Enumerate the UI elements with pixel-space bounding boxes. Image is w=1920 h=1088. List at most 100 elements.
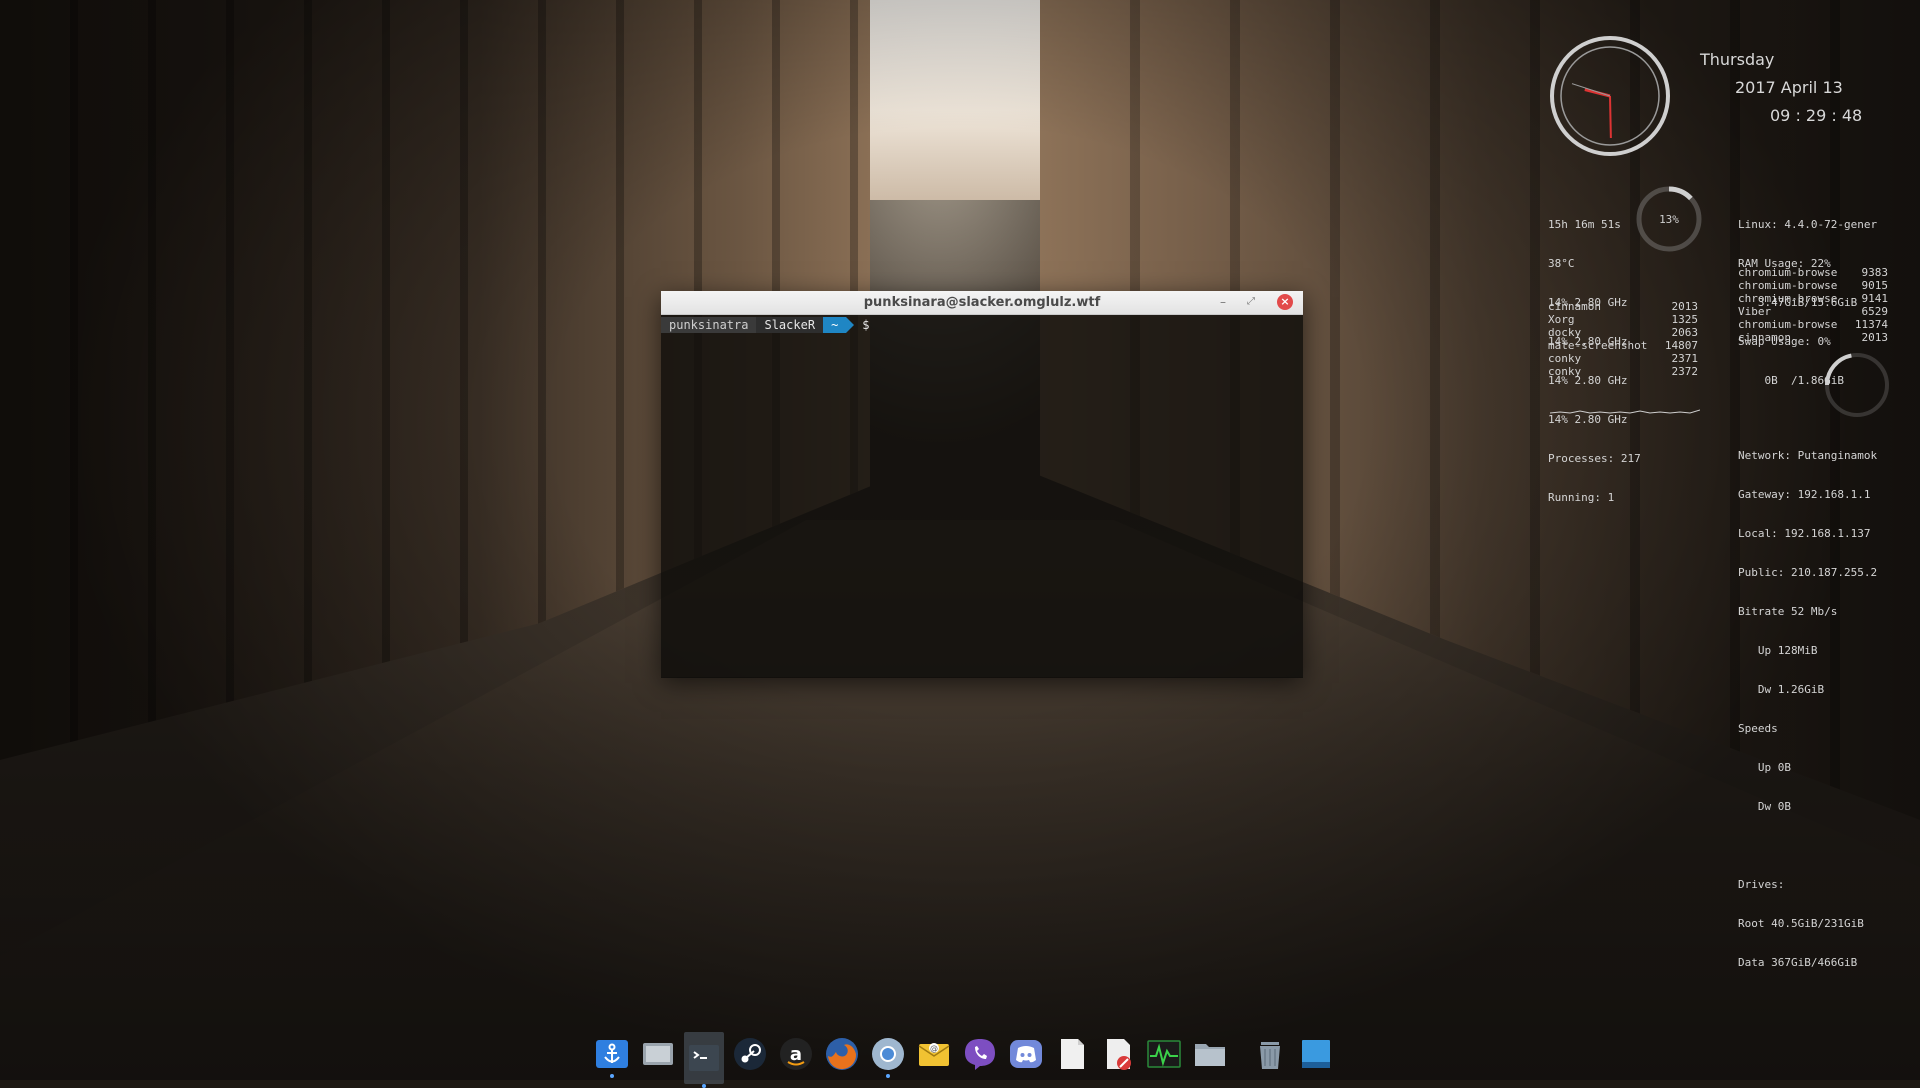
top-mem-process-pid: 9141 (1861, 292, 1889, 305)
disk-tool-icon (1100, 1036, 1136, 1072)
prompt-symbol: $ (862, 318, 870, 332)
prompt-host-segment: SlackeR (756, 317, 824, 333)
process-count: Processes: 217 (1548, 452, 1641, 465)
show-desktop-icon (1298, 1036, 1334, 1072)
running-count: Running: 1 (1548, 491, 1615, 504)
top-cpu-process-row: conky 2371 (1548, 352, 1698, 365)
terminal-title: punksinara@slacker.omglulz.wtf (863, 295, 1101, 310)
drives-heading: Drives: (1738, 878, 1785, 891)
trash-icon (1252, 1036, 1288, 1072)
running-indicator (610, 1074, 614, 1078)
conky-top-mem-list: chromium-browse 9383 chromium-browse 9015 ch… (1738, 266, 1888, 344)
top-mem-process-row: cinnamon 2013 (1738, 331, 1888, 344)
cpu-history-graph (1550, 409, 1700, 414)
dock-item-firefox[interactable] (822, 1034, 862, 1074)
top-cpu-process-row: docky 2063 (1548, 326, 1698, 339)
ram-usage-gauge (1825, 353, 1889, 417)
terminal-titlebar[interactable]: punksinara@slacker.omglulz.wtf – ⤢ × (661, 291, 1303, 315)
dock-item-terminal[interactable] (684, 1032, 724, 1088)
top-cpu-process-row: Xorg 1325 (1548, 313, 1698, 326)
terminal-window[interactable]: punksinara@slacker.omglulz.wtf – ⤢ × pun… (661, 291, 1303, 678)
top-mem-process-row: chromium-browse 9141 (1738, 292, 1888, 305)
top-cpu-process-row: cinnamon 2013 (1548, 300, 1698, 313)
top-cpu-process-name: conky (1548, 352, 1582, 365)
top-mem-process-pid: 6529 (1861, 305, 1889, 318)
top-cpu-process-pid: 1325 (1671, 313, 1699, 326)
top-cpu-process-pid: 2063 (1671, 326, 1699, 339)
top-mem-process-name: chromium-browse (1738, 318, 1838, 331)
svg-text:@: @ (930, 1044, 938, 1053)
clock-second-hand (1571, 83, 1611, 97)
top-mem-process-pid: 11374 (1854, 318, 1888, 331)
top-mem-process-row: chromium-browse 9383 (1738, 266, 1888, 279)
dock-item-discord[interactable] (1006, 1034, 1046, 1074)
top-mem-process-row: chromium-browse 9015 (1738, 279, 1888, 292)
cpu-temp: 38°C (1548, 257, 1575, 270)
dock-item-desktop[interactable] (1296, 1034, 1336, 1074)
prompt-user-segment: punksinatra (661, 317, 757, 333)
top-mem-process-name: chromium-browse (1738, 292, 1838, 305)
dock-item-text-editor[interactable] (1052, 1034, 1092, 1074)
dock-item-system-monitor[interactable] (1144, 1034, 1184, 1074)
maximize-button[interactable]: ⤢ (1243, 294, 1259, 310)
network-bitrate: Bitrate 52 Mb/s (1738, 605, 1838, 618)
clock-time: 09 : 29 : 48 (1770, 106, 1863, 125)
network-down-total: Dw 1.26GiB (1738, 683, 1825, 696)
top-cpu-process-pid: 2372 (1671, 365, 1699, 378)
running-indicator (886, 1074, 890, 1078)
top-mem-process-row: chromium-browse 11374 (1738, 318, 1888, 331)
discord-icon (1008, 1036, 1044, 1072)
dock-item-disk-tool[interactable] (1098, 1034, 1138, 1074)
top-cpu-process-row: conky 2372 (1548, 365, 1698, 378)
dock: a @ (592, 1028, 1336, 1088)
network-name: Network: Putanginamok (1738, 449, 1878, 462)
terminal-content[interactable]: punksinatra SlackeR ~ $ (661, 315, 1303, 678)
close-button[interactable]: × (1277, 294, 1293, 310)
top-mem-process-name: chromium-browse (1738, 266, 1838, 279)
anchor-icon (594, 1036, 630, 1072)
network-local-ip: Local: 192.168.1.137 (1738, 527, 1871, 540)
network-public-ip: Public: 210.187.255.2 (1738, 566, 1878, 579)
screenshot-icon (640, 1036, 676, 1072)
dock-item-files[interactable] (1190, 1034, 1230, 1074)
top-cpu-process-name: Xorg (1548, 313, 1575, 326)
dock-item-amazon[interactable]: a (776, 1034, 816, 1074)
drive-root: Root 40.5GiB/231GiB (1738, 917, 1864, 930)
mail-icon: @ (916, 1036, 952, 1072)
cpu-gauge-label: 13% (1659, 213, 1679, 226)
dock-item-steam[interactable] (730, 1034, 770, 1074)
top-mem-process-row: Viber 6529 (1738, 305, 1888, 318)
speeds-heading: Speeds (1738, 722, 1778, 735)
dock-item-viber[interactable] (960, 1034, 1000, 1074)
kernel-version: Linux: 4.4.0-72-gener (1738, 218, 1878, 231)
dock-item-chromium[interactable] (868, 1034, 908, 1078)
top-mem-process-name: Viber (1738, 305, 1772, 318)
network-up-speed: Up 0B (1738, 761, 1791, 774)
clock-minute-hand (1609, 95, 1612, 139)
dock-item-mail[interactable]: @ (914, 1034, 954, 1074)
top-mem-process-name: chromium-browse (1738, 279, 1838, 292)
minimize-button[interactable]: – (1215, 294, 1231, 310)
top-cpu-process-name: mate-screenshot (1548, 339, 1648, 352)
conky-top-cpu-list: cinnamon 2013 Xorg 1325 docky 2063 mate-screen… (1548, 300, 1698, 378)
cpu-history-line (1550, 409, 1700, 414)
cpu-core-4: 14% 2.80 GHz (1548, 413, 1628, 426)
folder-icon (1192, 1036, 1228, 1072)
top-cpu-process-name: conky (1548, 365, 1582, 378)
firefox-icon (824, 1036, 860, 1072)
top-cpu-process-pid: 14807 (1664, 339, 1698, 352)
uptime: 15h 16m 51s (1548, 218, 1621, 231)
top-cpu-process-name: cinnamon (1548, 300, 1601, 313)
dock-item-screenshot[interactable] (638, 1034, 678, 1074)
top-cpu-process-row: mate-screenshot 14807 (1548, 339, 1698, 352)
dock-item-installer[interactable] (592, 1034, 632, 1078)
running-indicator (702, 1084, 706, 1088)
cpu-usage-gauge: 13% (1636, 186, 1702, 252)
shell-prompt: punksinatra SlackeR ~ $ (661, 315, 1303, 333)
amazon-icon: a (778, 1036, 814, 1072)
steam-icon (732, 1036, 768, 1072)
dock-item-trash[interactable] (1250, 1034, 1290, 1074)
document-icon (1054, 1036, 1090, 1072)
terminal-icon (686, 1040, 722, 1076)
